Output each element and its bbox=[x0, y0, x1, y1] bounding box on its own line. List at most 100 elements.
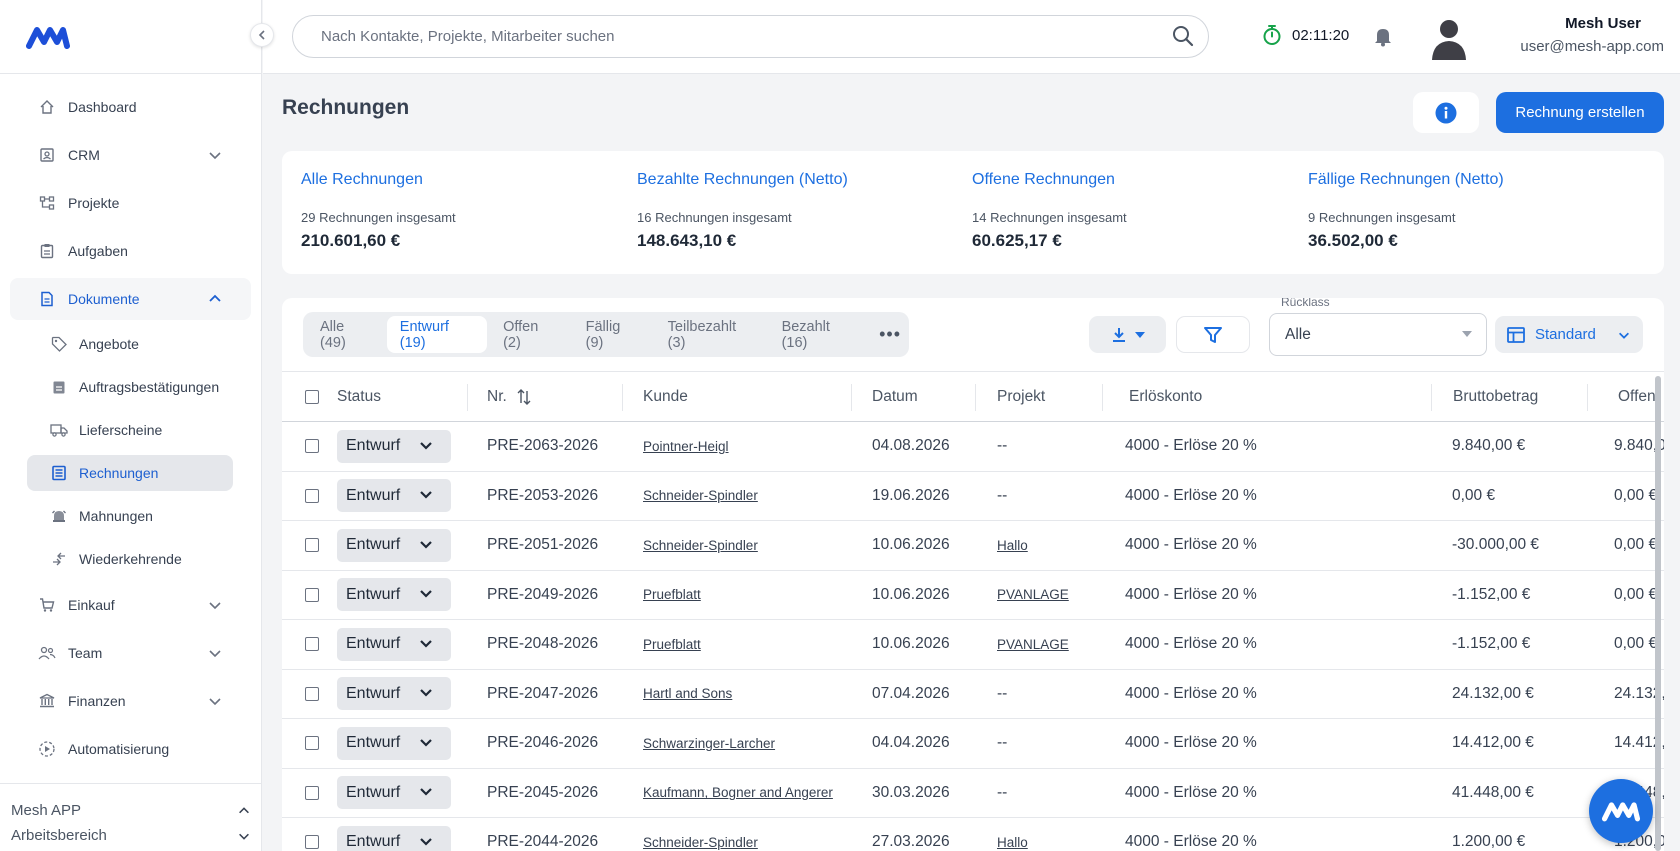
row-checkbox[interactable] bbox=[305, 439, 319, 454]
table-row[interactable]: Entwurf PRE-2051-2026 Schneider-Spindler 10… bbox=[282, 521, 1664, 571]
chevron-down-icon[interactable] bbox=[237, 829, 251, 843]
create-invoice-button[interactable]: Rechnung erstellen bbox=[1496, 92, 1664, 133]
search-icon[interactable] bbox=[1172, 25, 1194, 47]
customer-link[interactable]: Schneider-Spindler bbox=[643, 835, 758, 850]
mesh-logo-icon[interactable] bbox=[26, 22, 70, 52]
stat-due-invoices[interactable]: Fällige Rechnungen (Netto) 9 Rechnungen … bbox=[1308, 171, 1504, 251]
user-info[interactable]: Mesh User user@mesh-app.com bbox=[1520, 15, 1664, 55]
customer-link[interactable]: Pruefblatt bbox=[643, 637, 701, 652]
table-row[interactable]: Entwurf PRE-2063-2026 Pointner-Heigl 04.08.… bbox=[282, 422, 1664, 472]
table-row[interactable]: Entwurf PRE-2046-2026 Schwarzinger-Larcher… bbox=[282, 719, 1664, 769]
stat-all-invoices[interactable]: Alle Rechnungen 29 Rechnungen insgesamt … bbox=[301, 171, 456, 251]
sidebar-item-einkauf[interactable]: Einkauf bbox=[10, 584, 251, 626]
table-scrollbar[interactable] bbox=[1655, 376, 1661, 851]
download-button[interactable] bbox=[1089, 316, 1166, 353]
customer-link[interactable]: Schwarzinger-Larcher bbox=[643, 736, 775, 751]
status-dropdown[interactable]: Entwurf bbox=[337, 479, 451, 513]
sidebar-subitem-rechnungen[interactable]: Rechnungen bbox=[27, 455, 233, 491]
sidebar-collapse-button[interactable] bbox=[250, 23, 274, 47]
search-input[interactable] bbox=[292, 15, 1209, 58]
sidebar-item-dashboard[interactable]: Dashboard bbox=[10, 86, 251, 128]
status-dropdown[interactable]: Entwurf bbox=[337, 528, 451, 562]
select-all-checkbox[interactable] bbox=[305, 389, 319, 404]
sidebar-subitem-wiederkehrende[interactable]: Wiederkehrende bbox=[27, 541, 233, 577]
stat-paid-invoices[interactable]: Bezahlte Rechnungen (Netto) 16 Rechnunge… bbox=[637, 171, 848, 251]
chevron-up-icon[interactable] bbox=[207, 291, 223, 307]
customer-link[interactable]: Schneider-Spindler bbox=[643, 538, 758, 553]
status-dropdown[interactable]: Entwurf bbox=[337, 578, 451, 612]
row-checkbox[interactable] bbox=[305, 835, 319, 850]
sidebar-item-crm[interactable]: CRM bbox=[10, 134, 251, 176]
sidebar-item-aufgaben[interactable]: Aufgaben bbox=[10, 230, 251, 272]
sidebar-item-projekte[interactable]: Projekte bbox=[10, 182, 251, 224]
col-projekt[interactable]: Projekt bbox=[997, 372, 1045, 421]
time-tracker[interactable]: 02:11:20 bbox=[1262, 24, 1349, 46]
sidebar-item-team[interactable]: Team bbox=[10, 632, 251, 674]
customer-link[interactable]: Schneider-Spindler bbox=[643, 488, 758, 503]
sort-icon[interactable] bbox=[517, 388, 531, 405]
sidebar-subitem-auftragsbestaetigungen[interactable]: Auftragsbestätigungen bbox=[27, 369, 233, 405]
row-checkbox[interactable] bbox=[305, 736, 319, 751]
filter-button[interactable] bbox=[1176, 316, 1250, 353]
col-erloeskonto[interactable]: Erlöskonto bbox=[1129, 372, 1202, 421]
table-row[interactable]: Entwurf PRE-2049-2026 Pruefblatt 10.06.2026… bbox=[282, 571, 1664, 620]
row-checkbox[interactable] bbox=[305, 587, 319, 602]
tab-offen[interactable]: Offen (2) bbox=[490, 316, 570, 353]
sidebar-subitem-lieferscheine[interactable]: Lieferscheine bbox=[27, 412, 233, 448]
stat-open-invoices[interactable]: Offene Rechnungen 14 Rechnungen insgesam… bbox=[972, 171, 1127, 251]
col-datum[interactable]: Datum bbox=[872, 372, 918, 421]
col-bruttobetrag[interactable]: Bruttobetrag bbox=[1453, 372, 1538, 421]
workspace-switcher[interactable]: Mesh APP Arbeitsbereich bbox=[0, 783, 261, 851]
status-dropdown[interactable]: Entwurf bbox=[337, 726, 451, 760]
status-dropdown[interactable]: Entwurf bbox=[337, 776, 451, 810]
table-row[interactable]: Entwurf PRE-2045-2026 Kaufmann, Bogner and… bbox=[282, 769, 1664, 818]
table-row[interactable]: Entwurf PRE-2048-2026 Pruefblatt 10.06.2026… bbox=[282, 620, 1664, 670]
project-cell[interactable]: Hallo bbox=[997, 835, 1028, 850]
avatar[interactable] bbox=[1429, 16, 1469, 60]
table-row[interactable]: Entwurf PRE-2044-2026 Schneider-Spindler 27… bbox=[282, 818, 1664, 851]
sidebar-subitem-angebote[interactable]: Angebote bbox=[27, 326, 233, 362]
sidebar-item-automatisierung[interactable]: Automatisierung bbox=[10, 728, 251, 770]
sidebar-item-dokumente[interactable]: Dokumente bbox=[10, 278, 251, 320]
row-checkbox[interactable] bbox=[305, 686, 319, 701]
tab-bezahlt[interactable]: Bezahlt (16) bbox=[769, 316, 869, 353]
sidebar-item-finanzen[interactable]: Finanzen bbox=[10, 680, 251, 722]
tab-faellig[interactable]: Fällig (9) bbox=[573, 316, 652, 353]
project-cell[interactable]: Hallo bbox=[997, 538, 1028, 553]
table-row[interactable]: Entwurf PRE-2053-2026 Schneider-Spindler 19… bbox=[282, 472, 1664, 521]
row-checkbox[interactable] bbox=[305, 637, 319, 652]
row-checkbox[interactable] bbox=[305, 538, 319, 553]
chevron-down-icon[interactable] bbox=[207, 597, 223, 613]
col-kunde[interactable]: Kunde bbox=[643, 372, 688, 421]
more-tabs-icon[interactable]: ••• bbox=[871, 324, 909, 345]
project-cell[interactable]: PVANLAGE bbox=[997, 637, 1069, 652]
chevron-down-icon[interactable] bbox=[207, 693, 223, 709]
customer-link[interactable]: Hartl and Sons bbox=[643, 686, 732, 701]
status-dropdown[interactable]: Entwurf bbox=[337, 627, 451, 661]
chevron-down-icon[interactable] bbox=[207, 645, 223, 661]
tab-alle[interactable]: Alle (49) bbox=[307, 316, 384, 353]
workspace-area-row[interactable]: Arbeitsbereich bbox=[11, 823, 251, 848]
bell-icon[interactable] bbox=[1373, 25, 1393, 47]
status-dropdown[interactable]: Entwurf bbox=[337, 429, 451, 463]
customer-link[interactable]: Kaufmann, Bogner and Angerer bbox=[643, 785, 833, 800]
table-row[interactable]: Entwurf PRE-2047-2026 Hartl and Sons 07.04.… bbox=[282, 670, 1664, 719]
workspace-app-row[interactable]: Mesh APP bbox=[11, 798, 251, 823]
info-button[interactable] bbox=[1413, 92, 1479, 133]
ruecklass-select[interactable]: Alle bbox=[1269, 313, 1487, 356]
row-checkbox[interactable] bbox=[305, 785, 319, 800]
col-status[interactable]: Status bbox=[337, 372, 381, 421]
customer-link[interactable]: Pointner-Heigl bbox=[643, 439, 729, 454]
customer-link[interactable]: Pruefblatt bbox=[643, 587, 701, 602]
tab-teilbezahlt[interactable]: Teilbezahlt (3) bbox=[655, 316, 766, 353]
chevron-up-icon[interactable] bbox=[237, 804, 251, 818]
status-dropdown[interactable]: Entwurf bbox=[337, 825, 451, 851]
chevron-down-icon[interactable] bbox=[207, 147, 223, 163]
view-selector[interactable]: Standard bbox=[1495, 316, 1643, 353]
row-checkbox[interactable] bbox=[305, 488, 319, 503]
mesh-assistant-button[interactable] bbox=[1589, 779, 1653, 843]
status-dropdown[interactable]: Entwurf bbox=[337, 677, 451, 711]
sidebar-subitem-mahnungen[interactable]: Mahnungen bbox=[27, 498, 233, 534]
col-nr[interactable]: Nr. bbox=[487, 372, 531, 421]
tab-entwurf[interactable]: Entwurf (19) bbox=[386, 316, 488, 353]
